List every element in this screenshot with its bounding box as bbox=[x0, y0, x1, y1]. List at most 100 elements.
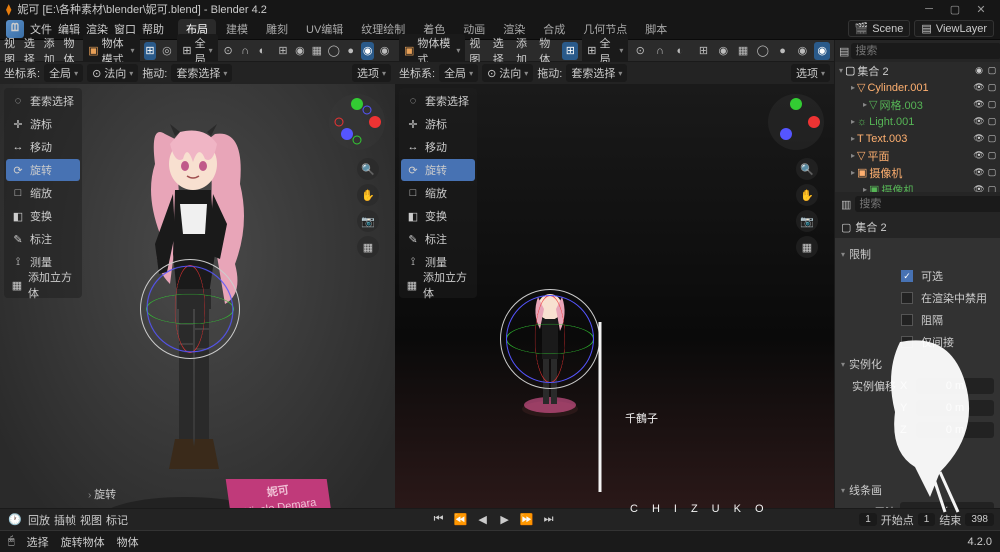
xray-btn[interactable]: ▦ bbox=[310, 42, 323, 60]
props-type-icon[interactable]: ▥ bbox=[841, 195, 851, 213]
pivot-sel-r[interactable]: ⊙ 法向 ▾ bbox=[482, 64, 533, 82]
gizmo-rotate-right[interactable] bbox=[500, 289, 600, 389]
viewport-right-canvas[interactable]: ◌套索选择 ✛游标 ↔移动 ⟳旋转 □缩放 ◧变换 ✎标注 ⟟测量 ▦添加立方体 bbox=[395, 84, 834, 508]
pan-btn[interactable]: ✋ bbox=[357, 184, 379, 206]
offset-x[interactable]: 0 m bbox=[916, 378, 994, 394]
prev-key-icon[interactable]: ⏪ bbox=[452, 511, 470, 529]
start-frame[interactable]: 1 bbox=[918, 513, 936, 526]
outliner-item[interactable]: ▸▣摄像机👁▢ bbox=[835, 181, 1000, 192]
mat-r[interactable]: ◉ bbox=[794, 42, 810, 60]
nav-gizmo-left[interactable] bbox=[327, 92, 387, 152]
orient-r[interactable]: 全局 ▾ bbox=[439, 64, 478, 82]
section-limit[interactable]: ▾限制 bbox=[841, 244, 994, 264]
tmenu-marker[interactable]: 标记 bbox=[106, 512, 128, 528]
persp-r[interactable]: ▦ bbox=[796, 236, 818, 258]
drag-r[interactable]: 套索选择 ▾ bbox=[566, 64, 627, 82]
nav-gizmo-right[interactable] bbox=[766, 92, 826, 152]
tab-sculpt[interactable]: 雕刻 bbox=[258, 19, 296, 39]
section-lineart[interactable]: ▾线条画 bbox=[841, 480, 994, 500]
outliner-item[interactable]: ▸▣摄像机👁▢ bbox=[835, 164, 1000, 181]
tmenu-playback[interactable]: 回放 bbox=[28, 512, 50, 528]
render-btn[interactable]: ◉ bbox=[378, 42, 391, 60]
gizmo-rotate-left[interactable] bbox=[140, 259, 240, 359]
tool-addcube-r[interactable]: ▦添加立方体 bbox=[401, 274, 475, 296]
cb-disable-render[interactable]: 在渲染中禁用 bbox=[901, 288, 994, 308]
tool-cursor-r[interactable]: ✛游标 bbox=[401, 113, 475, 135]
tmenu-keying[interactable]: 插帧 bbox=[54, 512, 76, 528]
scene-select[interactable]: 🎬Scene bbox=[848, 20, 911, 37]
camera-r[interactable]: 📷 bbox=[796, 210, 818, 232]
tmenu-view[interactable]: 视图 bbox=[80, 512, 102, 528]
cb-selectable[interactable]: 可选 bbox=[901, 266, 994, 286]
snap-btn[interactable]: ∩ bbox=[239, 42, 252, 60]
offset-z[interactable]: 0 m bbox=[916, 422, 994, 438]
tool-annotate-r[interactable]: ✎标注 bbox=[401, 228, 475, 250]
jump-end-icon[interactable]: ⏭ bbox=[540, 511, 558, 529]
outliner-item[interactable]: ▸TText.003👁▢ bbox=[835, 130, 1000, 147]
tool-select-r[interactable]: ◌套索选择 bbox=[401, 90, 475, 112]
gizmo-r[interactable]: ⊞ bbox=[696, 42, 712, 60]
prop-r[interactable]: ◐ bbox=[672, 42, 688, 60]
menu-help[interactable]: 帮助 bbox=[142, 21, 164, 37]
tool-addcube[interactable]: ▦添加立方体 bbox=[6, 274, 80, 296]
props-search[interactable] bbox=[855, 196, 1000, 212]
solid-r[interactable]: ● bbox=[775, 42, 791, 60]
overlay-r[interactable]: ◉ bbox=[715, 42, 731, 60]
outliner-item[interactable]: ▸▽网格.003👁▢ bbox=[835, 96, 1000, 113]
persp-btn[interactable]: ▦ bbox=[357, 236, 379, 258]
cb-holdout[interactable]: 阻隔 bbox=[901, 310, 994, 330]
play-icon[interactable]: ▶ bbox=[496, 511, 514, 529]
orient-select[interactable]: 全局 ▾ bbox=[44, 64, 83, 82]
wire-r[interactable]: ◯ bbox=[755, 42, 771, 60]
snap-r[interactable]: ⊞ bbox=[562, 42, 578, 60]
tab-modeling[interactable]: 建模 bbox=[218, 19, 256, 39]
overlay-toggle[interactable]: ◉ bbox=[293, 42, 306, 60]
outliner-item[interactable]: ▸☼Light.001👁▢ bbox=[835, 113, 1000, 130]
next-key-icon[interactable]: ⏩ bbox=[518, 511, 536, 529]
tab-uv[interactable]: UV编辑 bbox=[298, 19, 351, 39]
zoom-btn[interactable]: 🔍 bbox=[357, 158, 379, 180]
section-instancing[interactable]: ▾实例化 bbox=[841, 354, 994, 374]
current-frame[interactable]: 1 bbox=[859, 513, 877, 526]
snap-toggle[interactable]: ⊞ bbox=[144, 42, 157, 60]
jump-start-icon[interactable]: ⏮ bbox=[430, 511, 448, 529]
gizmo-toggle[interactable]: ⊞ bbox=[276, 42, 289, 60]
outliner-root[interactable]: ▾▢集合 2◉▢ bbox=[835, 62, 1000, 79]
tool-select[interactable]: ◌套索选择 bbox=[6, 90, 80, 112]
outliner-item[interactable]: ▸▽平面👁▢ bbox=[835, 147, 1000, 164]
pan-r[interactable]: ✋ bbox=[796, 184, 818, 206]
tool-scale[interactable]: □缩放 bbox=[6, 182, 80, 204]
close-button[interactable]: ✕ bbox=[968, 0, 994, 18]
tab-script[interactable]: 脚本 bbox=[637, 19, 675, 39]
snap2-r[interactable]: ∩ bbox=[652, 42, 668, 60]
wire-btn[interactable]: ◯ bbox=[327, 42, 340, 60]
minimize-button[interactable]: ─ bbox=[916, 0, 942, 18]
tool-cursor[interactable]: ✛游标 bbox=[6, 113, 80, 135]
viewlayer-select[interactable]: ▤ViewLayer bbox=[914, 20, 994, 37]
solid-btn[interactable]: ● bbox=[344, 42, 357, 60]
tool-move[interactable]: ↔移动 bbox=[6, 136, 80, 158]
camera-btn[interactable]: 📷 bbox=[357, 210, 379, 232]
outliner-item[interactable]: ▸▽Cylinder.001👁▢ bbox=[835, 79, 1000, 96]
cb-indirect[interactable]: 仅间接 bbox=[901, 332, 994, 352]
tool-rotate-r[interactable]: ⟳旋转 bbox=[401, 159, 475, 181]
timeline-type-icon[interactable]: 🕐 bbox=[6, 511, 24, 529]
pivot-select[interactable]: ⊙ 法向 ▾ bbox=[87, 64, 138, 82]
tool-transform-r[interactable]: ◧变换 bbox=[401, 205, 475, 227]
proportional-btn[interactable]: ◎ bbox=[160, 42, 173, 60]
end-frame[interactable]: 398 bbox=[965, 513, 994, 526]
tool-rotate[interactable]: ⟳旋转 bbox=[6, 159, 80, 181]
tool-scale-r[interactable]: □缩放 bbox=[401, 182, 475, 204]
zoom-r[interactable]: 🔍 bbox=[796, 158, 818, 180]
viewport-left-canvas[interactable]: ◌套索选择 ✛游标 ↔移动 ⟳旋转 □缩放 ◧变换 ✎标注 ⟟测量 ▦添加立方体 bbox=[0, 84, 395, 508]
drag-select[interactable]: 套索选择 ▾ bbox=[171, 64, 232, 82]
usage-select[interactable]: 自 bbox=[900, 502, 994, 508]
outliner[interactable]: ▾▢集合 2◉▢ ▸▽Cylinder.001👁▢▸▽网格.003👁▢▸☼Lig… bbox=[835, 62, 1000, 192]
tool-annotate[interactable]: ✎标注 bbox=[6, 228, 80, 250]
tool-move-r[interactable]: ↔移动 bbox=[401, 136, 475, 158]
options-btn[interactable]: 选项 ▾ bbox=[352, 64, 391, 82]
play-rev-icon[interactable]: ◀ bbox=[474, 511, 492, 529]
tool-transform[interactable]: ◧变换 bbox=[6, 205, 80, 227]
maximize-button[interactable]: ▢ bbox=[942, 0, 968, 18]
xray-r[interactable]: ▦ bbox=[735, 42, 751, 60]
